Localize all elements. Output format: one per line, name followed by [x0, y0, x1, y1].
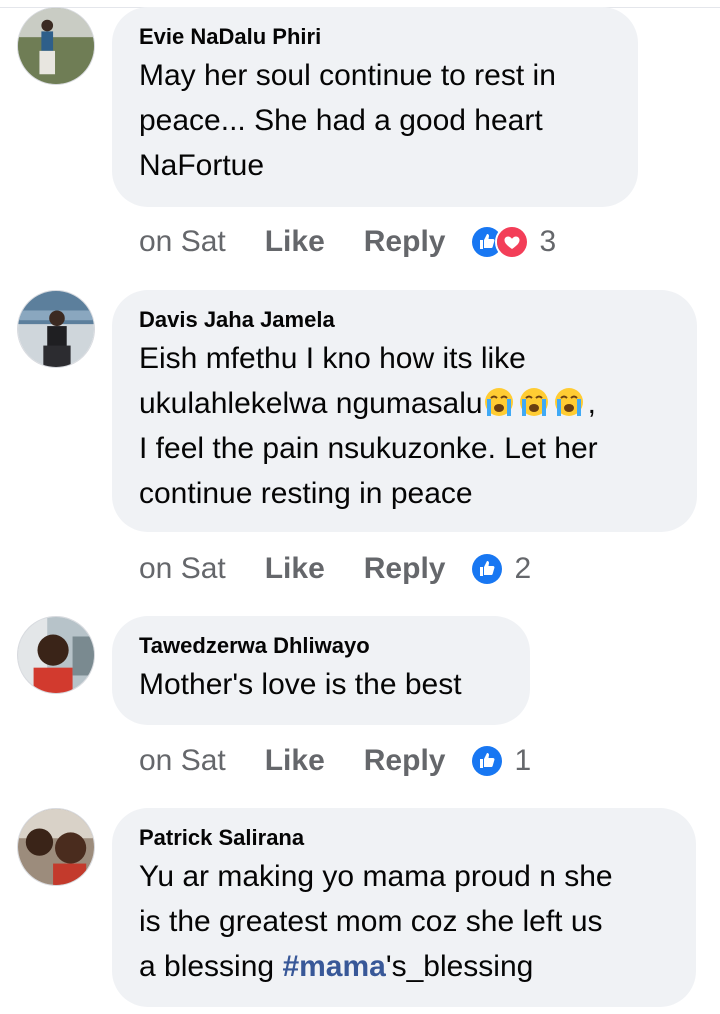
like-button[interactable]: Like [265, 225, 325, 259]
comment-text: Eish mfethu I kno how its like ukulahleke… [139, 342, 598, 510]
crying-face-emoji [518, 386, 550, 418]
comment-text: Mother's love is the best [139, 668, 462, 701]
avatar[interactable] [17, 7, 95, 85]
love-icon [495, 225, 530, 259]
avatar[interactable] [17, 808, 95, 886]
comment-text: May her soul continue to rest in peace...… [139, 59, 556, 182]
comment-bubble: Tawedzerwa Dhliwayo Mother's love is the… [112, 616, 530, 725]
like-icon [470, 552, 505, 586]
avatar[interactable] [17, 290, 95, 368]
comment-bubble: Evie NaDalu Phiri May her soul continue … [112, 7, 638, 207]
like-button[interactable]: Like [265, 552, 325, 586]
reaction-count: 3 [539, 225, 557, 258]
comment-time[interactable]: on Sat [139, 552, 226, 586]
reaction-count: 2 [514, 552, 532, 585]
comment-actions: on Sat Like Reply 3 [139, 222, 556, 262]
comment-author[interactable]: Patrick Salirana [139, 824, 670, 852]
comment-author[interactable]: Evie NaDalu Phiri [139, 23, 612, 51]
like-button[interactable]: Like [265, 744, 325, 778]
comment-bubble: Davis Jaha Jamela Eish mfethu I kno how … [112, 290, 697, 532]
reply-button[interactable]: Reply [364, 552, 446, 586]
comment-time[interactable]: on Sat [139, 744, 226, 778]
like-icon [470, 744, 505, 778]
reply-button[interactable]: Reply [364, 744, 446, 778]
reactions-summary[interactable]: 3 [470, 225, 556, 259]
crying-face-emoji [483, 386, 515, 418]
comment-bubble: Patrick Salirana Yu ar making yo mama pr… [112, 808, 696, 1007]
comment-text: Yu ar making yo mama proud n she is the g… [139, 860, 613, 983]
comment-author[interactable]: Tawedzerwa Dhliwayo [139, 632, 504, 660]
reaction-count: 1 [514, 744, 532, 777]
reply-button[interactable]: Reply [364, 225, 446, 259]
comment-actions: on Sat Like Reply 1 [139, 741, 531, 781]
hashtag-link[interactable]: #mama [282, 950, 385, 983]
avatar[interactable] [17, 616, 95, 694]
reactions-summary[interactable]: 1 [470, 744, 531, 778]
reactions-summary[interactable]: 2 [470, 552, 531, 586]
comment-actions: on Sat Like Reply 2 [139, 549, 531, 589]
comment-time[interactable]: on Sat [139, 225, 226, 259]
crying-face-emoji [553, 386, 585, 418]
comment-author[interactable]: Davis Jaha Jamela [139, 306, 671, 334]
